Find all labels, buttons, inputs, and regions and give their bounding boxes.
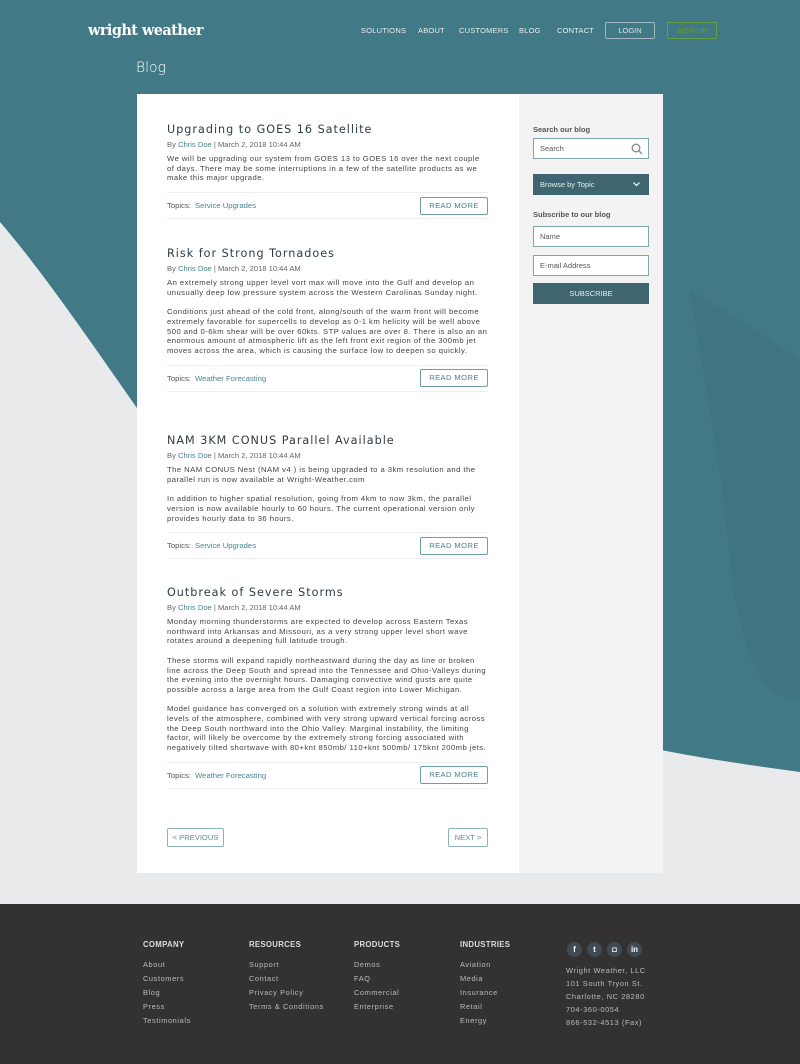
post-title[interactable]: NAM 3KM CONUS Parallel Available <box>167 434 488 448</box>
author-link[interactable]: Chris Doe <box>178 603 212 612</box>
post-body: The NAM CONUS Nest (NAM v4 ) is being up… <box>167 465 476 523</box>
read-more-button[interactable]: READ MORE <box>420 766 488 785</box>
post-meta: By Chris Doe | March 2, 2018 10:44 AM <box>167 451 301 460</box>
read-more-button[interactable]: READ MORE <box>420 536 488 555</box>
login-button[interactable]: LOGIN <box>605 22 655 39</box>
footer-link[interactable]: About <box>143 958 191 972</box>
footer-link[interactable]: Commercial <box>354 986 400 1000</box>
topic-link[interactable]: Weather Forecasting <box>195 771 266 780</box>
author-link[interactable]: Chris Doe <box>178 140 212 149</box>
post-title[interactable]: Risk for Strong Tornadoes <box>167 247 488 261</box>
post-topics: Topics: Weather Forecasting READ MORE <box>167 761 488 789</box>
search-label: Search our blog <box>533 125 591 134</box>
footer-link[interactable]: Demos <box>354 958 400 972</box>
blog-post: Outbreak of Severe Storms By Chris Doe |… <box>167 586 488 789</box>
footer-link[interactable]: Enterprise <box>354 1000 400 1014</box>
nav-solutions[interactable]: SOLUTIONS <box>361 26 406 35</box>
post-meta: By Chris Doe | March 2, 2018 10:44 AM <box>167 264 301 273</box>
name-input[interactable]: Name <box>533 226 649 247</box>
footer-column-products: PRODUCTS Demos FAQ Commercial Enterprise <box>354 940 400 1014</box>
footer-link[interactable]: Press <box>143 1000 191 1014</box>
post-title[interactable]: Outbreak of Severe Storms <box>167 586 488 600</box>
author-link[interactable]: Chris Doe <box>178 451 212 460</box>
author-link[interactable]: Chris Doe <box>178 264 212 273</box>
nav-customers[interactable]: CUSTOMERS <box>459 26 509 35</box>
footer-link[interactable]: FAQ <box>354 972 400 986</box>
post-meta: By Chris Doe | March 2, 2018 10:44 AM <box>167 140 301 149</box>
blog-post: NAM 3KM CONUS Parallel Available By Chri… <box>167 434 488 560</box>
footer-address: Wright Weather, LLC 101 South Tryon St. Ch… <box>566 966 646 1027</box>
signup-button[interactable]: SIGN UP <box>667 22 717 39</box>
footer-column-resources: RESOURCES Support Contact Privacy Policy Te… <box>249 940 324 1014</box>
post-title[interactable]: Upgrading to GOES 16 Satellite <box>167 123 488 137</box>
footer-link[interactable]: Energy <box>460 1014 510 1028</box>
previous-page-button[interactable]: < PREVIOUS <box>167 828 224 847</box>
chevron-down-icon <box>633 182 640 187</box>
page-title: Blog <box>136 60 167 76</box>
footer-link[interactable]: Media <box>460 972 510 986</box>
footer-link[interactable]: Aviation <box>460 958 510 972</box>
post-body: We will be upgrading our system from GOE… <box>167 154 480 183</box>
nav-contact[interactable]: CONTACT <box>557 26 594 35</box>
email-input[interactable]: E-mail Address <box>533 255 649 276</box>
footer-link[interactable]: Retail <box>460 1000 510 1014</box>
sidebar: Search our blog Search Browse by Topic S… <box>519 94 663 873</box>
topic-link[interactable]: Weather Forecasting <box>195 374 266 383</box>
post-body: Monday morning thunderstorms are expecte… <box>167 617 487 753</box>
post-topics: Topics: Service Upgrades READ MORE <box>167 192 488 220</box>
footer-link[interactable]: Terms & Conditions <box>249 1000 324 1014</box>
blog-post: Upgrading to GOES 16 Satellite By Chris … <box>167 123 488 220</box>
logo[interactable]: wright weather <box>88 22 203 39</box>
footer-link[interactable]: Blog <box>143 986 191 1000</box>
twitter-icon[interactable]: t <box>587 942 602 957</box>
browse-by-topic-dropdown[interactable]: Browse by Topic <box>533 174 649 195</box>
read-more-button[interactable]: READ MORE <box>420 369 488 388</box>
footer-link[interactable]: Testimonials <box>143 1014 191 1028</box>
topic-link[interactable]: Service Upgrades <box>195 541 256 550</box>
nav-blog[interactable]: BLOG <box>519 26 541 35</box>
footer-link[interactable]: Insurance <box>460 986 510 1000</box>
nav-about[interactable]: ABOUT <box>418 26 445 35</box>
subscribe-button[interactable]: SUBSCRIBE <box>533 283 649 304</box>
post-body: An extremely strong upper level vort max… <box>167 278 488 355</box>
search-icon[interactable] <box>631 143 643 155</box>
post-meta: By Chris Doe | March 2, 2018 10:44 AM <box>167 603 301 612</box>
footer-link[interactable]: Contact <box>249 972 324 986</box>
topic-link[interactable]: Service Upgrades <box>195 201 256 210</box>
facebook-icon[interactable]: f <box>567 942 582 957</box>
footer-link[interactable]: Support <box>249 958 324 972</box>
instagram-icon[interactable]: ◘ <box>607 942 622 957</box>
search-input[interactable]: Search <box>533 138 649 159</box>
post-topics: Topics: Service Upgrades READ MORE <box>167 532 488 560</box>
post-topics: Topics: Weather Forecasting READ MORE <box>167 364 488 392</box>
footer-column-company: COMPANY About Customers Blog Press Testimoni… <box>143 940 191 1028</box>
blog-post: Risk for Strong Tornadoes By Chris Doe |… <box>167 247 488 392</box>
subscribe-label: Subscribe to our blog <box>533 210 611 219</box>
next-page-button[interactable]: NEXT > <box>448 828 488 847</box>
footer-link[interactable]: Privacy Policy <box>249 986 324 1000</box>
footer-column-industries: INDUSTRIES Aviation Media Insurance Retail E… <box>460 940 510 1028</box>
footer-link[interactable]: Customers <box>143 972 191 986</box>
blog-card: Upgrading to GOES 16 Satellite By Chris … <box>137 94 663 873</box>
linkedin-icon[interactable]: in <box>627 942 642 957</box>
read-more-button[interactable]: READ MORE <box>420 196 488 215</box>
